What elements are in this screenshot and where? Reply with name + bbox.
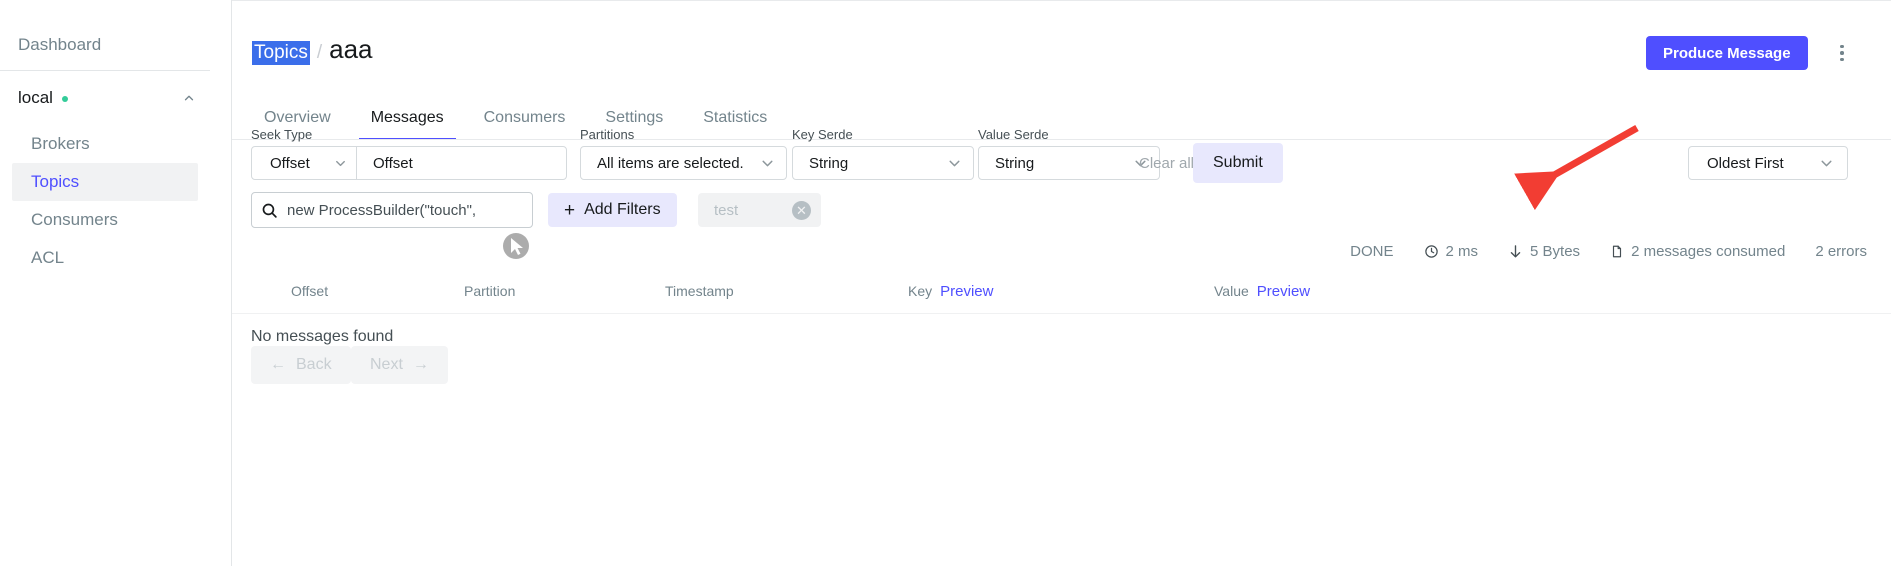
produce-message-button[interactable]: Produce Message	[1646, 36, 1808, 70]
sidebar-item-dashboard[interactable]: Dashboard	[0, 26, 210, 64]
column-header-value-label: Value	[1214, 283, 1249, 299]
sidebar-item-label: Consumers	[31, 210, 118, 229]
column-header-key-label: Key	[908, 283, 933, 299]
pagination-next-label: Next	[370, 356, 403, 373]
sidebar-item-consumers[interactable]: Consumers	[12, 201, 198, 239]
status-state: DONE	[1350, 243, 1393, 260]
key-preview-link[interactable]: Preview	[940, 283, 993, 300]
search-input-value: new ProcessBuilder("touch",	[287, 201, 477, 219]
chevron-down-icon	[333, 156, 348, 171]
status-elapsed-label: 2 ms	[1445, 242, 1479, 260]
sidebar-item-label: Brokers	[31, 134, 90, 153]
status-errors-label: 2 errors	[1815, 242, 1867, 260]
value-serde-value: String	[995, 154, 1035, 172]
pagination-next-button[interactable]: Next →	[351, 346, 448, 384]
arrow-right-icon: →	[412, 356, 429, 373]
sort-order-select[interactable]: Oldest First	[1688, 146, 1848, 180]
sidebar-item-topics[interactable]: Topics	[12, 163, 198, 201]
column-header-offset: Offset	[291, 283, 329, 299]
plus-icon: +	[564, 199, 576, 221]
seek-value-input[interactable]: Offset	[356, 146, 567, 180]
column-header-value: Value Preview	[1214, 283, 1310, 300]
add-filters-button[interactable]: + Add Filters	[548, 193, 677, 227]
value-serde-label: Value Serde	[978, 127, 1049, 142]
empty-state-message: No messages found	[251, 328, 394, 345]
tab-consumers[interactable]: Consumers	[464, 109, 586, 140]
tab-messages[interactable]: Messages	[351, 109, 464, 140]
kebab-dot	[1840, 44, 1844, 49]
status-errors: 2 errors	[1815, 243, 1867, 260]
partitions-label: Partitions	[580, 127, 635, 142]
chevron-down-icon	[1818, 155, 1835, 172]
chevron-down-icon	[759, 155, 776, 172]
sort-order-value: Oldest First	[1707, 154, 1784, 172]
search-input[interactable]: new ProcessBuilder("touch",	[251, 192, 533, 228]
main-content: Topics / aaa Produce Message Overview Me…	[232, 0, 1891, 566]
tab-statistics[interactable]: Statistics	[683, 109, 787, 140]
status-state-label: DONE	[1350, 242, 1394, 260]
breadcrumb: Topics / aaa	[252, 34, 373, 65]
arrow-left-icon: ←	[270, 356, 286, 373]
pagination-back-label: Back	[296, 356, 332, 373]
seek-type-label: Seek Type	[251, 127, 313, 142]
sidebar-dashboard-label: Dashboard	[18, 35, 102, 54]
header-top-divider	[232, 0, 1891, 1]
close-icon[interactable]: ✕	[792, 200, 811, 220]
add-filters-label: Add Filters	[584, 201, 661, 218]
cluster-status-dot	[61, 96, 68, 102]
kebab-dot	[1840, 51, 1844, 55]
partitions-value: All items are selected.	[597, 154, 744, 172]
sidebar: Dashboard local Brokers Topics Consumers…	[0, 0, 232, 566]
partitions-select[interactable]: All items are selected.	[580, 146, 787, 180]
column-header-key: Key Preview	[908, 283, 993, 300]
download-arrow-icon	[1508, 244, 1523, 259]
column-header-timestamp: Timestamp	[665, 283, 734, 299]
saved-filter-chip[interactable]: test ✕	[698, 193, 821, 227]
file-icon	[1610, 244, 1624, 259]
tab-bar-underline	[232, 139, 1891, 140]
key-serde-select[interactable]: String	[792, 146, 974, 180]
sidebar-divider	[0, 70, 210, 71]
sidebar-cluster-local[interactable]: local	[0, 79, 210, 117]
chevron-up-icon[interactable]	[182, 91, 196, 105]
seek-type-value: Offset	[270, 154, 310, 172]
cluster-name-label: local	[18, 88, 53, 107]
sidebar-item-brokers[interactable]: Brokers	[12, 125, 198, 163]
status-messages-label: 2 messages consumed	[1631, 242, 1786, 260]
status-elapsed: 2 ms	[1424, 242, 1479, 260]
sidebar-item-label: Topics	[31, 172, 80, 191]
breadcrumb-link-topics[interactable]: Topics	[252, 41, 310, 65]
seek-type-select[interactable]: Offset	[251, 146, 357, 180]
status-bytes-label: 5 Bytes	[1530, 242, 1581, 260]
tab-bar: Overview Messages Consumers Settings Sta…	[244, 100, 787, 140]
search-icon	[261, 202, 278, 219]
sidebar-item-acl[interactable]: ACL	[12, 239, 198, 277]
breadcrumb-separator: /	[316, 42, 323, 63]
key-serde-value: String	[809, 154, 849, 172]
chevron-down-icon	[946, 155, 963, 172]
status-messages: 2 messages consumed	[1610, 243, 1785, 260]
clock-icon	[1424, 244, 1439, 259]
column-header-partition: Partition	[464, 283, 516, 299]
more-options-kebab-icon[interactable]	[1830, 36, 1854, 70]
kebab-dot	[1840, 57, 1844, 62]
saved-filter-label: test	[714, 201, 739, 219]
value-preview-link[interactable]: Preview	[1257, 283, 1310, 300]
mouse-cursor-icon	[503, 233, 529, 259]
key-serde-label: Key Serde	[792, 127, 853, 142]
query-status-bar: DONE 2 ms 5 Bytes 2 messages consumed 2 …	[1350, 239, 1867, 263]
sidebar-item-label: ACL	[31, 248, 65, 267]
messages-table-header: Offset Partition Timestamp Key Preview V…	[232, 276, 1891, 314]
page-title: aaa	[329, 34, 373, 64]
submit-button[interactable]: Submit	[1193, 143, 1283, 183]
seek-value-text: Offset	[373, 154, 413, 172]
pagination-back-button[interactable]: ← Back	[251, 346, 351, 384]
app-root: Dashboard local Brokers Topics Consumers…	[0, 0, 1891, 566]
status-bytes: 5 Bytes	[1508, 243, 1580, 260]
